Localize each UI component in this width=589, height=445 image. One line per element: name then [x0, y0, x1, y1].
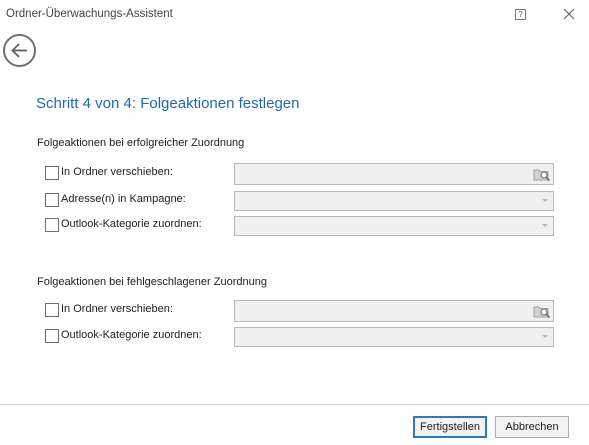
failure-move-folder-row: In Ordner verschieben:: [45, 300, 555, 322]
failure-category-label: Outlook-Kategorie zuordnen:: [61, 329, 202, 341]
back-arrow-icon: [11, 43, 27, 58]
success-category-checkbox[interactable]: [45, 218, 59, 232]
chevron-down-icon[interactable]: [542, 199, 548, 202]
window-title: Ordner-Überwachungs-Assistent: [6, 8, 173, 20]
success-move-folder-field[interactable]: [234, 163, 554, 185]
success-campaign-select[interactable]: [234, 191, 554, 211]
success-move-folder-checkbox[interactable]: [45, 166, 59, 180]
folder-search-icon[interactable]: [533, 166, 551, 182]
failure-move-folder-field[interactable]: [234, 300, 554, 322]
step-title: Schritt 4 von 4: Folgeaktionen festlegen: [36, 95, 300, 112]
title-bar: Ordner-Überwachungs-Assistent ?: [0, 0, 589, 30]
success-category-select[interactable]: [234, 216, 554, 236]
success-category-row: Outlook-Kategorie zuordnen:: [45, 215, 555, 236]
cancel-button[interactable]: Abbrechen: [495, 416, 569, 438]
failure-category-row: Outlook-Kategorie zuordnen:: [45, 326, 555, 347]
failure-category-checkbox[interactable]: [45, 329, 59, 343]
finish-button[interactable]: Fertigstellen: [413, 416, 487, 438]
success-campaign-row: Adresse(n) in Kampagne:: [45, 190, 555, 211]
failure-move-folder-label: In Ordner verschieben:: [61, 303, 173, 315]
success-campaign-label: Adresse(n) in Kampagne:: [61, 193, 186, 205]
success-move-folder-label: In Ordner verschieben:: [61, 166, 173, 178]
help-icon[interactable]: ?: [515, 9, 526, 20]
failure-category-select[interactable]: [234, 327, 554, 347]
success-section-title: Folgeaktionen bei erfolgreicher Zuordnun…: [37, 137, 245, 149]
chevron-down-icon[interactable]: [542, 335, 548, 338]
failure-move-folder-checkbox[interactable]: [45, 303, 59, 317]
failure-section-title: Folgeaktionen bei fehlgeschlagener Zuord…: [37, 276, 267, 288]
close-icon[interactable]: [560, 5, 578, 23]
success-move-folder-row: In Ordner verschieben:: [45, 163, 555, 185]
success-campaign-checkbox[interactable]: [45, 193, 59, 207]
back-button[interactable]: [3, 34, 36, 67]
chevron-down-icon[interactable]: [542, 224, 548, 227]
folder-search-icon[interactable]: [533, 303, 551, 319]
footer-divider: [0, 404, 589, 405]
success-category-label: Outlook-Kategorie zuordnen:: [61, 218, 202, 230]
